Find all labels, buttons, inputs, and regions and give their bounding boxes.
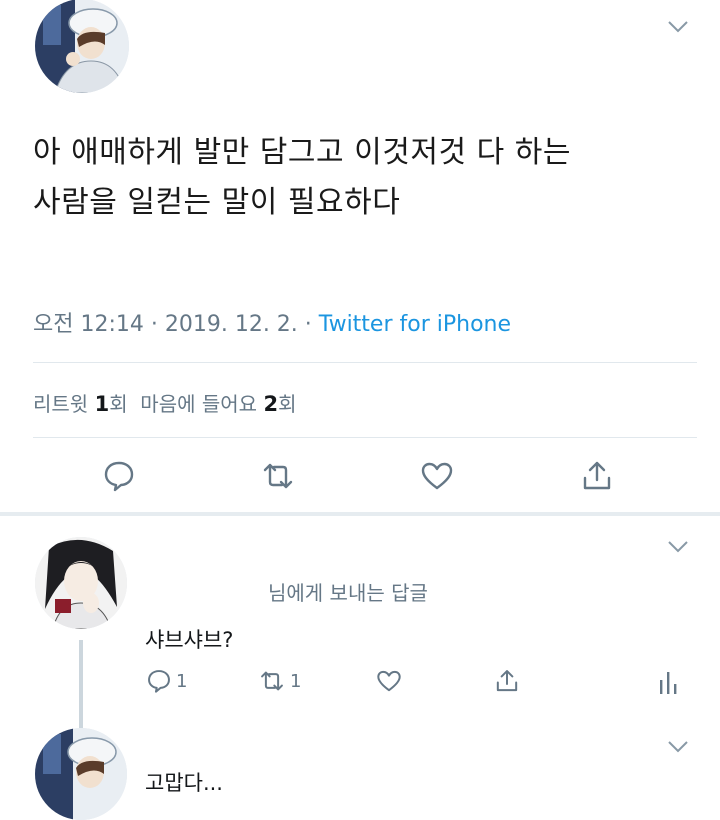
reply-icon[interactable] [102, 459, 136, 493]
share-icon[interactable] [580, 459, 614, 493]
reply-like-action[interactable] [376, 668, 402, 694]
reply-author-avatar[interactable] [35, 537, 127, 629]
tweet-meta: 오전 12:14 · 2019. 12. 2. · Twitter for iP… [33, 306, 511, 338]
like-count[interactable]: 2 [263, 392, 278, 416]
tweet-text: 아 애매하게 발만 담그고 이것저것 다 하는 사람을 일컫는 말이 필요하다 [33, 128, 693, 228]
divider [33, 437, 697, 438]
reply-icon [148, 670, 170, 693]
reply-count: 1 [176, 670, 188, 692]
tweet-timestamp: 오전 12:14 · 2019. 12. 2. · [33, 312, 319, 337]
retweet-count-unit: 회 [109, 392, 128, 416]
chevron-down-icon[interactable] [667, 540, 689, 554]
like-count-unit: 회 [278, 392, 297, 416]
retweet-count[interactable]: 1 [95, 392, 110, 416]
replying-to-label: 님에게 보내는 답글 [268, 581, 428, 605]
reply-analytics-action[interactable] [657, 670, 679, 696]
thread-line [79, 640, 83, 732]
reply-author-avatar-image [35, 537, 127, 629]
author-avatar[interactable] [35, 0, 129, 93]
like-icon[interactable] [420, 459, 454, 493]
reply-text: 샤브샤브? [145, 628, 234, 652]
reply2-text: 고맙다... [145, 771, 223, 795]
reply2-author-avatar-image [35, 728, 127, 820]
divider [33, 362, 697, 363]
analytics-icon [660, 672, 677, 694]
reply-share-action[interactable] [494, 668, 520, 694]
like-count-label: 마음에 들어요 [127, 392, 264, 416]
tweet-text-line-2: 사람을 일컫는 말이 필요하다 [33, 185, 401, 220]
retweet-icon[interactable] [261, 459, 295, 493]
retweet-count-label: 리트윗 [33, 392, 95, 416]
engagement-counts: 리트윗 1회 마음에 들어요 2회 [33, 388, 296, 417]
tweet-source-link[interactable]: Twitter for iPhone [319, 312, 511, 337]
reply-reply-action[interactable]: 1 [146, 668, 187, 694]
author-avatar-image [35, 0, 129, 93]
reply-retweet-count: 1 [290, 670, 302, 692]
share-icon [496, 670, 518, 692]
chevron-down-icon[interactable] [667, 20, 689, 34]
chevron-down-icon[interactable] [667, 740, 689, 754]
retweet-icon [261, 671, 283, 691]
tweet-text-line-1: 아 애매하게 발만 담그고 이것저것 다 하는 [33, 135, 571, 170]
replying-to: 님에게 보내는 답글 [268, 577, 428, 606]
reply2-author-avatar[interactable] [35, 728, 127, 820]
reply-retweet-action[interactable]: 1 [258, 668, 301, 694]
heart-icon [377, 670, 401, 692]
section-separator [0, 512, 720, 516]
